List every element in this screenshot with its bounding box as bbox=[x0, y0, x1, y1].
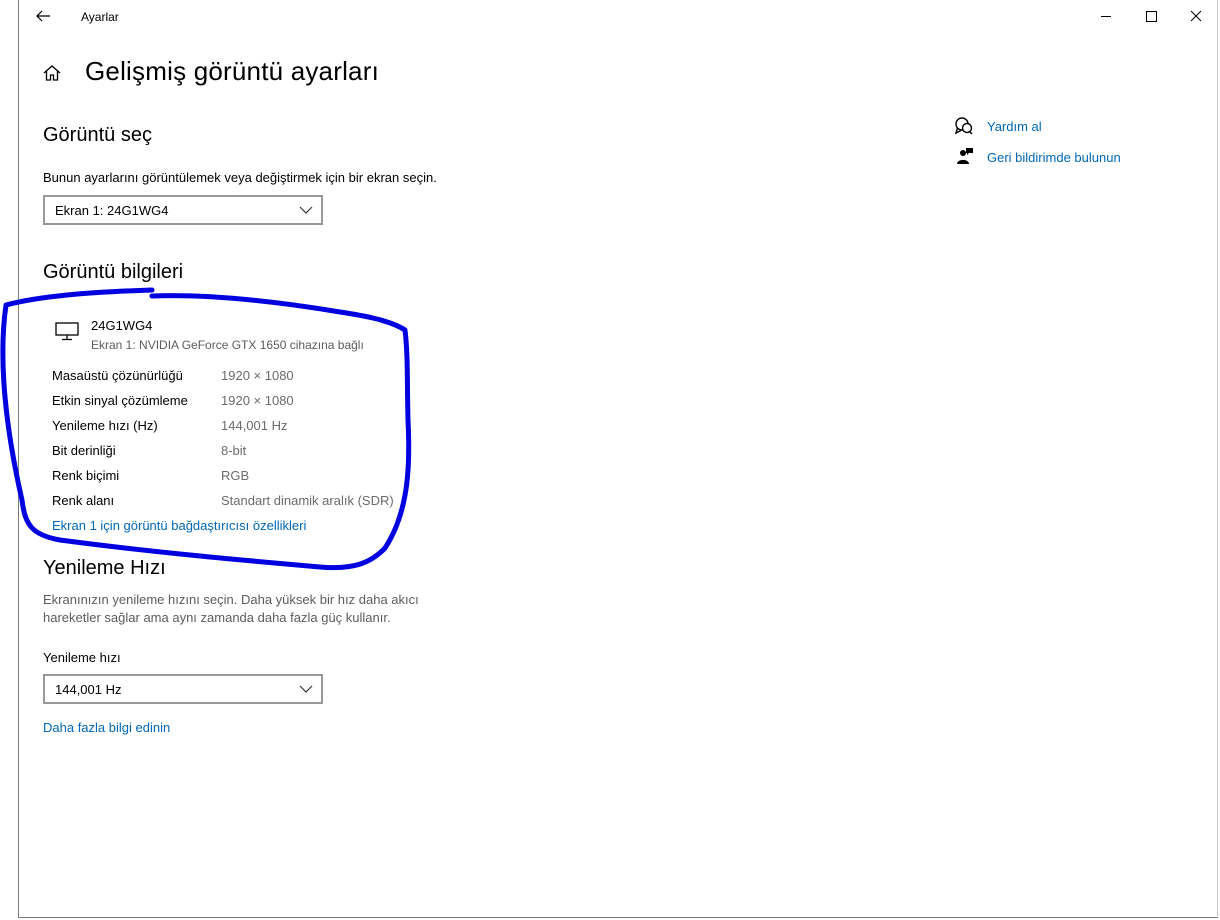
chevron-down-icon bbox=[299, 685, 313, 693]
info-value: 8-bit bbox=[221, 443, 247, 458]
display-name: 24G1WG4 bbox=[91, 318, 153, 333]
home-button[interactable] bbox=[41, 62, 63, 84]
refresh-rate-dropdown[interactable]: 144,001 Hz bbox=[43, 674, 323, 704]
home-icon bbox=[43, 65, 61, 81]
select-display-heading: Görüntü seç bbox=[43, 124, 152, 146]
info-value: Standart dinamik aralık (SDR) bbox=[221, 493, 394, 508]
chevron-down-icon bbox=[299, 206, 313, 214]
feedback-link[interactable]: Geri bildirimde bulunun bbox=[987, 150, 1121, 165]
more-info-link[interactable]: Daha fazla bilgi edinin bbox=[43, 720, 170, 735]
display-info-heading: Görüntü bilgileri bbox=[43, 261, 184, 283]
info-label: Etkin sinyal çözümleme bbox=[52, 393, 188, 408]
refresh-rate-value: 144,001 Hz bbox=[55, 682, 122, 697]
refresh-rate-description-line2: hareketler sağlar ama aynı zamanda daha … bbox=[43, 610, 391, 625]
close-icon bbox=[1190, 10, 1202, 22]
info-label: Yenileme hızı (Hz) bbox=[52, 418, 158, 433]
info-value: RGB bbox=[221, 468, 250, 483]
maximize-button[interactable] bbox=[1136, 4, 1166, 28]
info-row: Masaüstü çözünürlüğü 1920 × 1080 bbox=[52, 368, 452, 388]
info-value: 1920 × 1080 bbox=[221, 393, 294, 408]
help-icon bbox=[954, 117, 973, 135]
help-link[interactable]: Yardım al bbox=[987, 119, 1042, 134]
monitor-icon bbox=[55, 322, 79, 341]
select-display-description: Bunun ayarlarını görüntülemek veya değiş… bbox=[43, 170, 437, 185]
info-row: Bit derinliği 8-bit bbox=[52, 443, 452, 463]
refresh-rate-field-label: Yenileme hızı bbox=[43, 650, 121, 665]
window-title: Ayarlar bbox=[81, 10, 119, 24]
info-row: Renk biçimi RGB bbox=[52, 468, 452, 488]
info-label: Masaüstü çözünürlüğü bbox=[52, 368, 183, 383]
display-subtitle: Ekran 1: NVIDIA GeForce GTX 1650 cihazın… bbox=[91, 338, 364, 352]
feedback-icon bbox=[957, 148, 973, 164]
info-label: Bit derinliği bbox=[52, 443, 116, 458]
minimize-icon bbox=[1101, 16, 1111, 17]
info-row: Etkin sinyal çözümleme 1920 × 1080 bbox=[52, 393, 452, 413]
info-row: Yenileme hızı (Hz) 144,001 Hz bbox=[52, 418, 452, 438]
info-label: Renk alanı bbox=[52, 493, 115, 508]
refresh-rate-heading: Yenileme Hızı bbox=[43, 557, 166, 579]
adapter-properties-link[interactable]: Ekran 1 için görüntü bağdaştırıcısı özel… bbox=[52, 518, 306, 533]
info-value: 1920 × 1080 bbox=[221, 368, 294, 383]
info-value: 144,001 Hz bbox=[221, 418, 288, 433]
refresh-rate-description-line1: Ekranınızın yenileme hızını seçin. Daha … bbox=[43, 592, 419, 607]
display-select-value: Ekran 1: 24G1WG4 bbox=[55, 203, 169, 218]
maximize-icon bbox=[1146, 11, 1157, 22]
back-button[interactable] bbox=[33, 6, 53, 26]
minimize-button[interactable] bbox=[1091, 4, 1121, 28]
info-row: Renk alanı Standart dinamik aralık (SDR) bbox=[52, 493, 452, 513]
title-bar: Ayarlar bbox=[19, 0, 1217, 32]
close-button[interactable] bbox=[1181, 4, 1211, 28]
info-label: Renk biçimi bbox=[52, 468, 120, 483]
display-select-dropdown[interactable]: Ekran 1: 24G1WG4 bbox=[43, 195, 323, 225]
settings-window: Ayarlar Gelişmiş görüntü ayarları Görünt… bbox=[18, 0, 1218, 918]
page-title: Gelişmiş görüntü ayarları bbox=[85, 56, 379, 86]
back-arrow-icon bbox=[36, 10, 50, 22]
